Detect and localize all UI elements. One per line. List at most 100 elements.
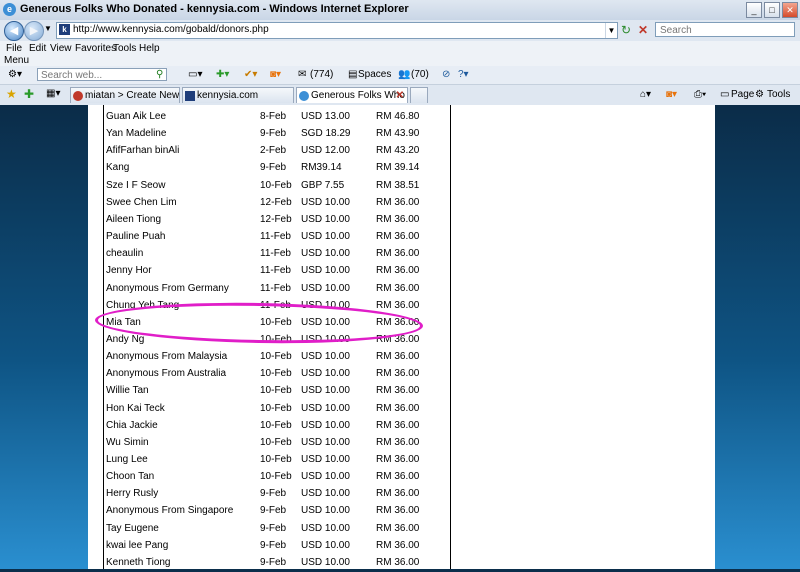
feeds-icon[interactable]: ◙▾ [666, 89, 677, 100]
refresh-icon[interactable]: ↻ [621, 23, 631, 37]
donor-name: Herry Rusly [106, 488, 159, 500]
rss-icon[interactable]: ◙▾ [270, 69, 281, 80]
donor-amount: USD 10.00 [301, 385, 350, 397]
ie-page-icon [299, 91, 309, 101]
table-row: kwai lee Pang 9-Feb USD 10.00 RM 36.00 [105, 538, 450, 555]
menu-help[interactable]: Help [139, 43, 160, 54]
donor-name: Sze I F Seow [106, 179, 166, 191]
tab-kennysia[interactable]: kennysia.com [182, 87, 294, 103]
check-icon[interactable]: ✔▾ [244, 69, 257, 80]
tabs-bar: ★ ✚ ▦▾ miatan > Create New Post —... ken… [0, 85, 800, 106]
home-icon[interactable]: ⌂▾ [640, 89, 651, 100]
donor-name: kwai lee Pang [106, 539, 169, 551]
page-menu[interactable]: Page [731, 89, 754, 100]
history-dropdown-icon[interactable]: ▼ [44, 24, 52, 33]
contacts-icon[interactable]: 👥 [398, 69, 410, 80]
donor-date: 10-Feb [260, 402, 292, 414]
back-button[interactable]: ◀ [4, 21, 24, 41]
mail-count[interactable]: (774) [310, 69, 333, 80]
donor-date: 9-Feb [260, 522, 287, 534]
donor-date: 10-Feb [260, 385, 292, 397]
stop-icon[interactable]: ✕ [638, 23, 648, 37]
donor-rm-amount: RM 36.00 [376, 454, 420, 465]
tab-create-new-post[interactable]: miatan > Create New Post —... [70, 87, 180, 103]
donor-date: 9-Feb [260, 539, 287, 551]
donor-rm-amount: RM 36.00 [376, 539, 420, 551]
donor-name: Swee Chen Lim [106, 196, 177, 208]
table-row: Swee Chen Lim 12-Feb USD 10.00 RM 36.00 [105, 195, 450, 212]
tab-generous-folks[interactable]: Generous Folks Who Don... ✕ [296, 87, 408, 103]
menu-label-row: Menu [0, 55, 800, 66]
donor-date: 10-Feb [260, 351, 292, 363]
donor-date: 10-Feb [260, 368, 292, 380]
donor-amount: USD 10.00 [301, 213, 350, 225]
block-icon[interactable]: ⊘ [442, 69, 450, 80]
minimize-button[interactable]: _ [746, 2, 762, 18]
tools-gear-icon: ⚙ [755, 89, 764, 100]
menu-view[interactable]: View [50, 43, 72, 54]
donor-rm-amount: RM 36.00 [376, 265, 420, 277]
tools-menu[interactable]: Tools [767, 89, 790, 100]
donor-name: Aileen Tiong [106, 213, 162, 225]
close-button[interactable]: ✕ [782, 2, 798, 18]
donor-date: 9-Feb [260, 556, 287, 568]
tab-label: Generous Folks Who Don... [311, 90, 407, 101]
window-icon[interactable]: ▭▾ [188, 69, 202, 80]
tab-label: kennysia.com [197, 90, 259, 101]
window-controls: _ □ ✕ [746, 2, 798, 18]
add-icon[interactable]: ✚▾ [216, 69, 229, 80]
favorites-star-icon[interactable]: ★ [6, 87, 17, 101]
tab-close-icon[interactable]: ✕ [396, 88, 404, 103]
menu-label: Menu [4, 55, 30, 66]
donor-amount: USD 10.00 [301, 539, 350, 551]
menu-tools[interactable]: Tools [113, 43, 136, 54]
table-row: Tay Eugene 9-Feb USD 10.00 RM 36.00 [105, 521, 450, 538]
donor-rm-amount: RM 46.80 [376, 111, 420, 122]
menu-edit[interactable]: Edit [29, 43, 46, 54]
mail-icon[interactable]: ✉ [298, 69, 306, 80]
table-row: Yan Madeline 9-Feb SGD 18.29 RM 43.90 [105, 126, 450, 143]
menu-file[interactable]: File [6, 43, 22, 54]
donor-name: Yan Madeline [106, 128, 167, 140]
donor-name: Choon Tan [106, 471, 155, 483]
quick-tabs-icon[interactable]: ▦▾ [46, 88, 60, 99]
donor-rm-amount: RM 43.20 [376, 145, 420, 157]
donor-rm-amount: RM 36.00 [376, 299, 420, 311]
menu-favorites[interactable]: Favorites [75, 43, 116, 54]
search-go-icon[interactable]: ⚲ [156, 69, 163, 80]
spaces-label[interactable]: Spaces [358, 69, 391, 80]
contacts-count[interactable]: (70) [411, 69, 429, 80]
search-input[interactable]: Search [655, 22, 795, 37]
new-tab-button[interactable] [410, 87, 428, 103]
donor-name: Lung Lee [106, 454, 148, 465]
donor-name: Andy Ng [106, 333, 145, 345]
donor-name: Chia Jackie [106, 419, 158, 431]
donor-amount: USD 10.00 [301, 488, 350, 500]
table-row: Kenneth Tiong 9-Feb USD 10.00 RM 36.00 [105, 555, 450, 572]
address-bar: ◀ ▶ ▼ k http://www.kennysia.com/gobald/d… [0, 20, 800, 41]
forward-button[interactable]: ▶ [24, 21, 44, 41]
maximize-button[interactable]: □ [764, 2, 780, 18]
toolbar-search-input[interactable]: Search web... [37, 68, 167, 81]
toolbar-logo-icon[interactable]: ⚙▾ [8, 69, 22, 80]
donor-amount: USD 10.00 [301, 436, 350, 448]
donor-date: 10-Feb [260, 436, 292, 448]
url-dropdown-icon[interactable]: ▼ [605, 23, 617, 38]
donor-amount: GBP 7.55 [301, 179, 345, 191]
donor-date: 11-Feb [260, 231, 291, 243]
spaces-icon[interactable]: ▤ [348, 69, 357, 80]
donor-amount: USD 10.00 [301, 419, 350, 431]
donor-amount: USD 10.00 [301, 368, 350, 380]
donor-date: 11-Feb [260, 282, 291, 294]
donor-date: 9-Feb [260, 128, 287, 140]
help-icon[interactable]: ?▾ [458, 69, 469, 80]
add-favorite-icon[interactable]: ✚ [24, 87, 34, 101]
tab-label: miatan > Create New Post —... [85, 90, 180, 101]
donor-name: Anonymous From Australia [106, 368, 227, 380]
print-icon[interactable]: ⎙▾ [694, 89, 706, 100]
donor-name: Pauline Puah [106, 231, 166, 243]
table-row: Aileen Tiong 12-Feb USD 10.00 RM 36.00 [105, 212, 450, 229]
url-field[interactable]: k http://www.kennysia.com/gobald/donors.… [56, 22, 618, 39]
donor-name: Guan Aik Lee [106, 111, 167, 122]
donor-rm-amount: RM 36.00 [376, 213, 420, 225]
